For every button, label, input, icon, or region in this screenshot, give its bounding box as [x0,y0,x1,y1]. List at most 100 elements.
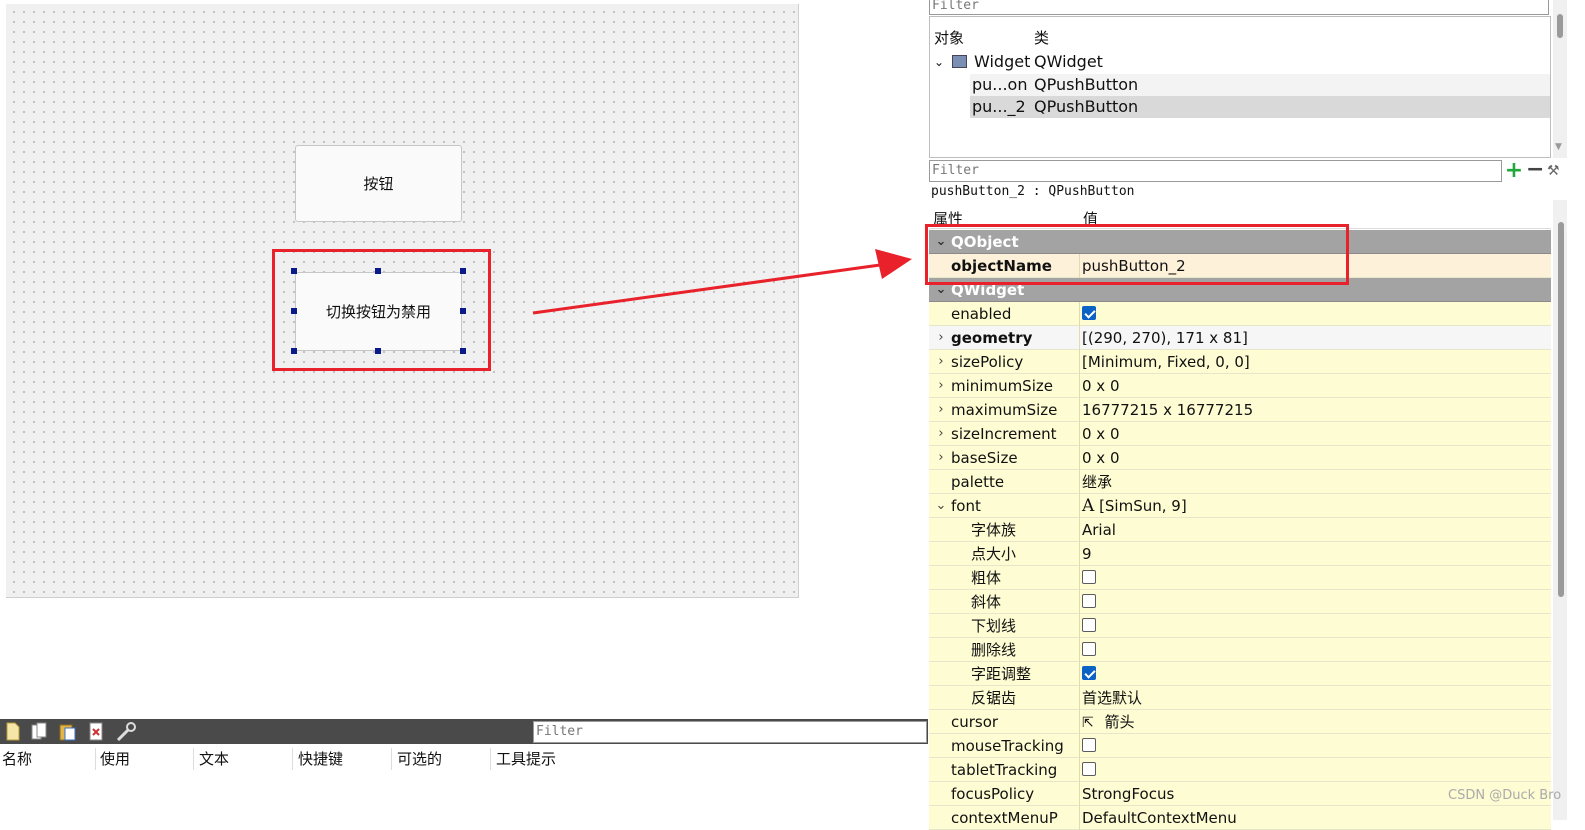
property-value[interactable]: 箭头 [1105,713,1135,731]
property-value[interactable]: 16777215 x 16777215 [1079,398,1551,422]
tree-row-widget[interactable]: ⌄ Widget QWidget [930,51,1550,73]
property-row-geometry[interactable]: › geometry [(290, 270), 171 x 81] [929,326,1551,350]
chevron-right-icon[interactable]: › [934,446,948,470]
tree-row-pushbutton[interactable]: pu...on QPushButton [970,74,1550,96]
property-value[interactable]: 首选默认 [1079,686,1551,710]
column-class[interactable]: 类 [1034,27,1049,48]
new-action-icon[interactable] [4,722,22,741]
chevron-right-icon[interactable]: › [934,326,948,350]
property-name: 粗体 [971,569,1002,587]
chevron-right-icon[interactable]: › [934,398,948,422]
property-name: focusPolicy [951,785,1035,803]
scroll-thumb[interactable] [1558,222,1564,597]
tree-row-class: QPushButton [1034,97,1139,116]
property-row-mousetracking[interactable]: mouseTracking [929,734,1551,758]
property-value[interactable]: 9 [1079,542,1551,566]
property-value[interactable]: DefaultContextMenu [1079,806,1551,830]
property-row-underline[interactable]: 下划线 [929,614,1551,638]
action-filter-input[interactable]: Filter [533,721,927,743]
add-property-icon[interactable]: + [1504,160,1524,182]
object-inspector-scrollbar[interactable]: ▼ [1553,0,1567,158]
arrow-cursor-icon: ⇱ [1082,715,1094,731]
highlight-box-objectname [925,224,1349,285]
column-object[interactable]: 对象 [934,27,964,48]
wrench-icon[interactable]: ⚒ [1547,161,1565,181]
settings-wrench-icon[interactable] [116,722,136,742]
property-value[interactable]: [(290, 270), 171 x 81] [1079,326,1551,350]
property-row-minimumsize[interactable]: › minimumSize 0 x 0 [929,374,1551,398]
tablettracking-checkbox[interactable] [1082,762,1096,776]
property-name: minimumSize [951,377,1053,395]
strikeout-checkbox[interactable] [1082,642,1096,656]
property-value[interactable]: 继承 [1079,470,1551,494]
property-row-font[interactable]: ⌄ font A [SimSun, 9] [929,494,1551,518]
property-value[interactable]: [Minimum, Fixed, 0, 0] [1079,350,1551,374]
column-tooltip[interactable]: 工具提示 [494,748,614,770]
column-name[interactable]: 名称 [0,748,96,770]
object-filter-input[interactable]: Filter [929,0,1549,15]
property-row-sizepolicy[interactable]: › sizePolicy [Minimum, Fixed, 0, 0] [929,350,1551,374]
column-text[interactable]: 文本 [197,748,293,770]
property-row-contextmenupolicy[interactable]: contextMenuP DefaultContextMenu [929,806,1551,830]
property-name: 斜体 [971,593,1002,611]
property-row-point-size[interactable]: 点大小 9 [929,542,1551,566]
property-row-strikeout[interactable]: 删除线 [929,638,1551,662]
delete-action-icon[interactable] [88,722,106,741]
property-filter-input[interactable]: Filter [929,160,1502,182]
property-name: palette [951,473,1005,491]
property-row-sizeincrement[interactable]: › sizeIncrement 0 x 0 [929,422,1551,446]
property-name: cursor [951,713,999,731]
property-name: font [951,497,981,515]
scroll-thumb[interactable] [1557,14,1563,38]
bold-checkbox[interactable] [1082,570,1096,584]
property-row-palette[interactable]: palette 继承 [929,470,1551,494]
property-value[interactable]: 0 x 0 [1079,374,1551,398]
property-value[interactable]: Arial [1079,518,1551,542]
chevron-right-icon[interactable]: › [934,422,948,446]
property-row-italic[interactable]: 斜体 [929,590,1551,614]
scroll-down-icon[interactable]: ▼ [1555,142,1562,152]
enabled-checkbox[interactable] [1082,306,1096,320]
underline-checkbox[interactable] [1082,618,1096,632]
kerning-checkbox[interactable] [1082,666,1096,680]
property-row-font-family[interactable]: 字体族 Arial [929,518,1551,542]
column-used[interactable]: 使用 [98,748,194,770]
property-value[interactable]: 0 x 0 [1079,446,1551,470]
tree-row-class: QWidget [1034,52,1103,71]
property-value[interactable]: 0 x 0 [1079,422,1551,446]
property-row-enabled[interactable]: enabled [929,302,1551,326]
property-value[interactable]: [SimSun, 9] [1099,497,1187,515]
property-name: 反锯齿 [971,689,1017,707]
property-name: sizeIncrement [951,425,1057,443]
mousetracking-checkbox[interactable] [1082,738,1096,752]
chevron-right-icon[interactable]: › [934,350,948,374]
remove-property-icon[interactable]: − [1526,159,1544,182]
tree-row-pushbutton-2-selected[interactable]: pu..._2 QPushButton [970,96,1550,118]
property-row-bold[interactable]: 粗体 [929,566,1551,590]
tree-row-class: QPushButton [1034,75,1139,94]
push-button-1[interactable]: 按钮 [295,145,462,222]
annotation-arrow [532,249,912,315]
chevron-right-icon[interactable]: › [934,374,948,398]
property-row-antialiasing[interactable]: 反锯齿 首选默认 [929,686,1551,710]
tree-row-name: pu...on [972,75,1028,94]
property-name: 下划线 [971,617,1017,635]
column-checkable[interactable]: 可选的 [395,748,491,770]
paste-action-icon[interactable] [58,722,76,741]
chevron-down-icon[interactable]: ⌄ [934,51,944,73]
property-row-kerning[interactable]: 字距调整 [929,662,1551,686]
widget-icon [952,55,967,68]
italic-checkbox[interactable] [1082,594,1096,608]
property-editor-title: pushButton_2 : QPushButton [931,184,1135,199]
property-row-maximumsize[interactable]: › maximumSize 16777215 x 16777215 [929,398,1551,422]
property-name: 字体族 [971,521,1017,539]
column-shortcut[interactable]: 快捷键 [296,748,392,770]
property-row-tablettracking[interactable]: tabletTracking [929,758,1551,782]
property-name: baseSize [951,449,1018,467]
copy-action-icon[interactable] [30,722,48,741]
font-glyph-icon: A [1082,496,1095,516]
chevron-down-icon[interactable]: ⌄ [934,494,948,518]
property-row-basesize[interactable]: › baseSize 0 x 0 [929,446,1551,470]
object-inspector-tree[interactable]: 对象 类 ⌄ Widget QWidget pu...on QPushButto… [929,16,1551,158]
property-row-cursor[interactable]: cursor ⇱ 箭头 [929,710,1551,734]
